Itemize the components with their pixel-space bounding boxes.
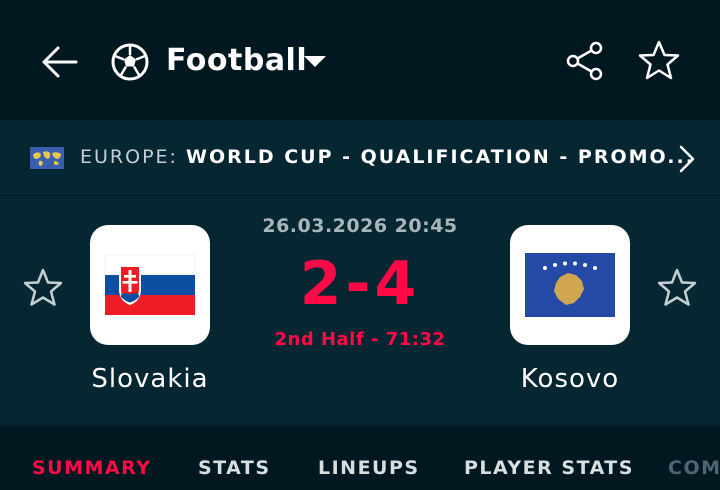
away-team-logo[interactable] <box>510 225 630 345</box>
kosovo-flag-icon <box>525 253 615 317</box>
away-team-star-icon[interactable] <box>656 267 698 309</box>
match-score: 2-4 <box>299 249 421 319</box>
match-header: Slovakia 26.03.2026 20:45 2-4 2nd Half -… <box>0 195 720 425</box>
tab-summary[interactable]: SUMMARY <box>32 457 151 479</box>
home-team-name[interactable]: Slovakia <box>40 362 260 396</box>
tab-commentary[interactable]: COM <box>668 457 720 479</box>
tab-lineups[interactable]: LINEUPS <box>318 457 420 479</box>
match-datetime: 26.03.2026 20:45 <box>262 215 458 237</box>
competition-label: EUROPE: WORLD CUP - QUALIFICATION - PROM… <box>80 144 695 170</box>
match-tabs: SUMMARY STATS LINEUPS PLAYER STATS COM <box>0 428 720 490</box>
tab-stats[interactable]: STATS <box>198 457 271 479</box>
star-icon[interactable] <box>636 38 682 84</box>
sport-title[interactable]: Football <box>166 40 307 82</box>
slovakia-flag-icon <box>104 254 196 315</box>
home-team-logo[interactable] <box>90 225 210 345</box>
football-icon <box>111 43 149 81</box>
chevron-right-icon[interactable] <box>674 142 700 176</box>
competition-country: EUROPE: <box>80 146 178 168</box>
back-arrow-icon[interactable] <box>36 38 84 86</box>
top-bar: Football <box>0 0 720 120</box>
competition-name: WORLD CUP - QUALIFICATION - PROMO... <box>185 146 695 168</box>
europe-flag-icon <box>30 147 64 169</box>
match-status: 2nd Half - 71:32 <box>274 329 446 350</box>
share-icon[interactable] <box>562 38 608 84</box>
tab-player-stats[interactable]: PLAYER STATS <box>464 457 634 479</box>
chevron-down-icon[interactable] <box>302 52 328 70</box>
away-team-name[interactable]: Kosovo <box>460 362 680 396</box>
competition-row[interactable]: EUROPE: WORLD CUP - QUALIFICATION - PROM… <box>0 120 720 194</box>
home-team-star-icon[interactable] <box>22 267 64 309</box>
